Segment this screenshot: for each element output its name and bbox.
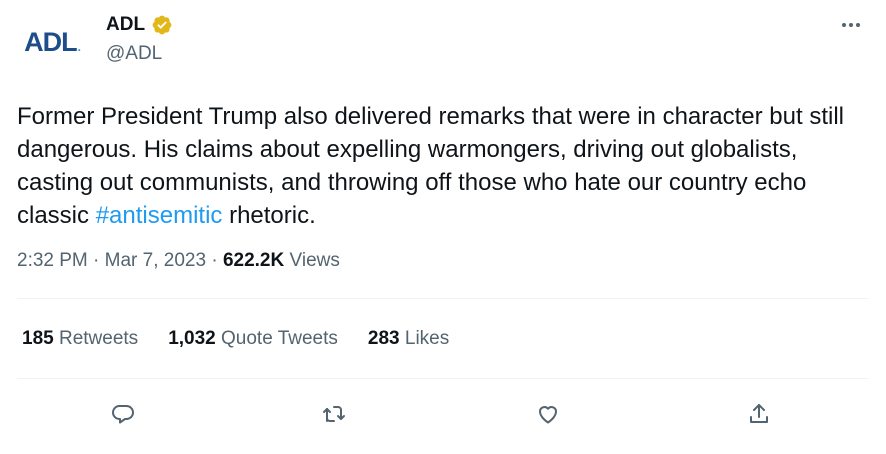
meta-separator: · [93, 250, 100, 271]
quote-tweets-stat[interactable]: 1,032 Quote Tweets [168, 325, 338, 353]
views-label: Views [289, 250, 340, 271]
divider [17, 378, 868, 379]
avatar[interactable]: ADL. [17, 14, 87, 70]
tweet-timestamp[interactable]: 2:32 PM · Mar 7, 2023 [17, 250, 206, 271]
tweet-text: Former President Trump also delivered re… [17, 100, 872, 232]
like-button[interactable] [531, 397, 565, 431]
author-handle[interactable]: @ADL [106, 40, 173, 68]
likes-count: 283 [367, 328, 400, 349]
retweets-label: Retweets [58, 328, 139, 349]
retweet-button[interactable] [317, 397, 351, 431]
likes-stat[interactable]: 283 Likes [368, 325, 449, 353]
tweet-card: ADL. ADL @ADL Former President Trump als… [0, 0, 886, 454]
reply-bubble-icon [112, 405, 134, 424]
share-button[interactable] [742, 397, 776, 431]
tweet-date: Mar 7, 2023 [104, 250, 207, 271]
retweet-icon [323, 406, 345, 422]
retweets-stat[interactable]: 185 Retweets [22, 325, 138, 353]
meta-separator: · [211, 250, 218, 271]
name-row: ADL [106, 12, 173, 38]
tweet-text-after: rhetoric. [222, 202, 316, 229]
hashtag-link[interactable]: #antisemitic [96, 202, 223, 229]
tweet-time: 2:32 PM [17, 250, 88, 271]
likes-label: Likes [404, 328, 450, 349]
verified-badge-icon[interactable] [151, 14, 173, 36]
more-horizontal-icon [842, 23, 860, 27]
quotes-count: 1,032 [168, 328, 216, 349]
author-block: ADL @ADL [106, 12, 173, 68]
share-icon [750, 404, 768, 423]
engagement-stats: 185 Retweets 1,032 Quote Tweets 283 Like… [22, 325, 449, 353]
more-options-button[interactable] [836, 10, 866, 40]
divider [17, 298, 868, 299]
retweets-count: 185 [22, 328, 54, 349]
reply-button[interactable] [106, 397, 140, 431]
adl-logo: ADL. [24, 26, 81, 57]
quotes-label: Quote Tweets [221, 328, 338, 349]
views-count: 622.2K [222, 250, 285, 271]
display-name[interactable]: ADL [106, 12, 145, 38]
heart-icon [539, 406, 557, 424]
tweet-meta: 2:32 PM · Mar 7, 2023 · 622.2K Views [17, 247, 340, 275]
